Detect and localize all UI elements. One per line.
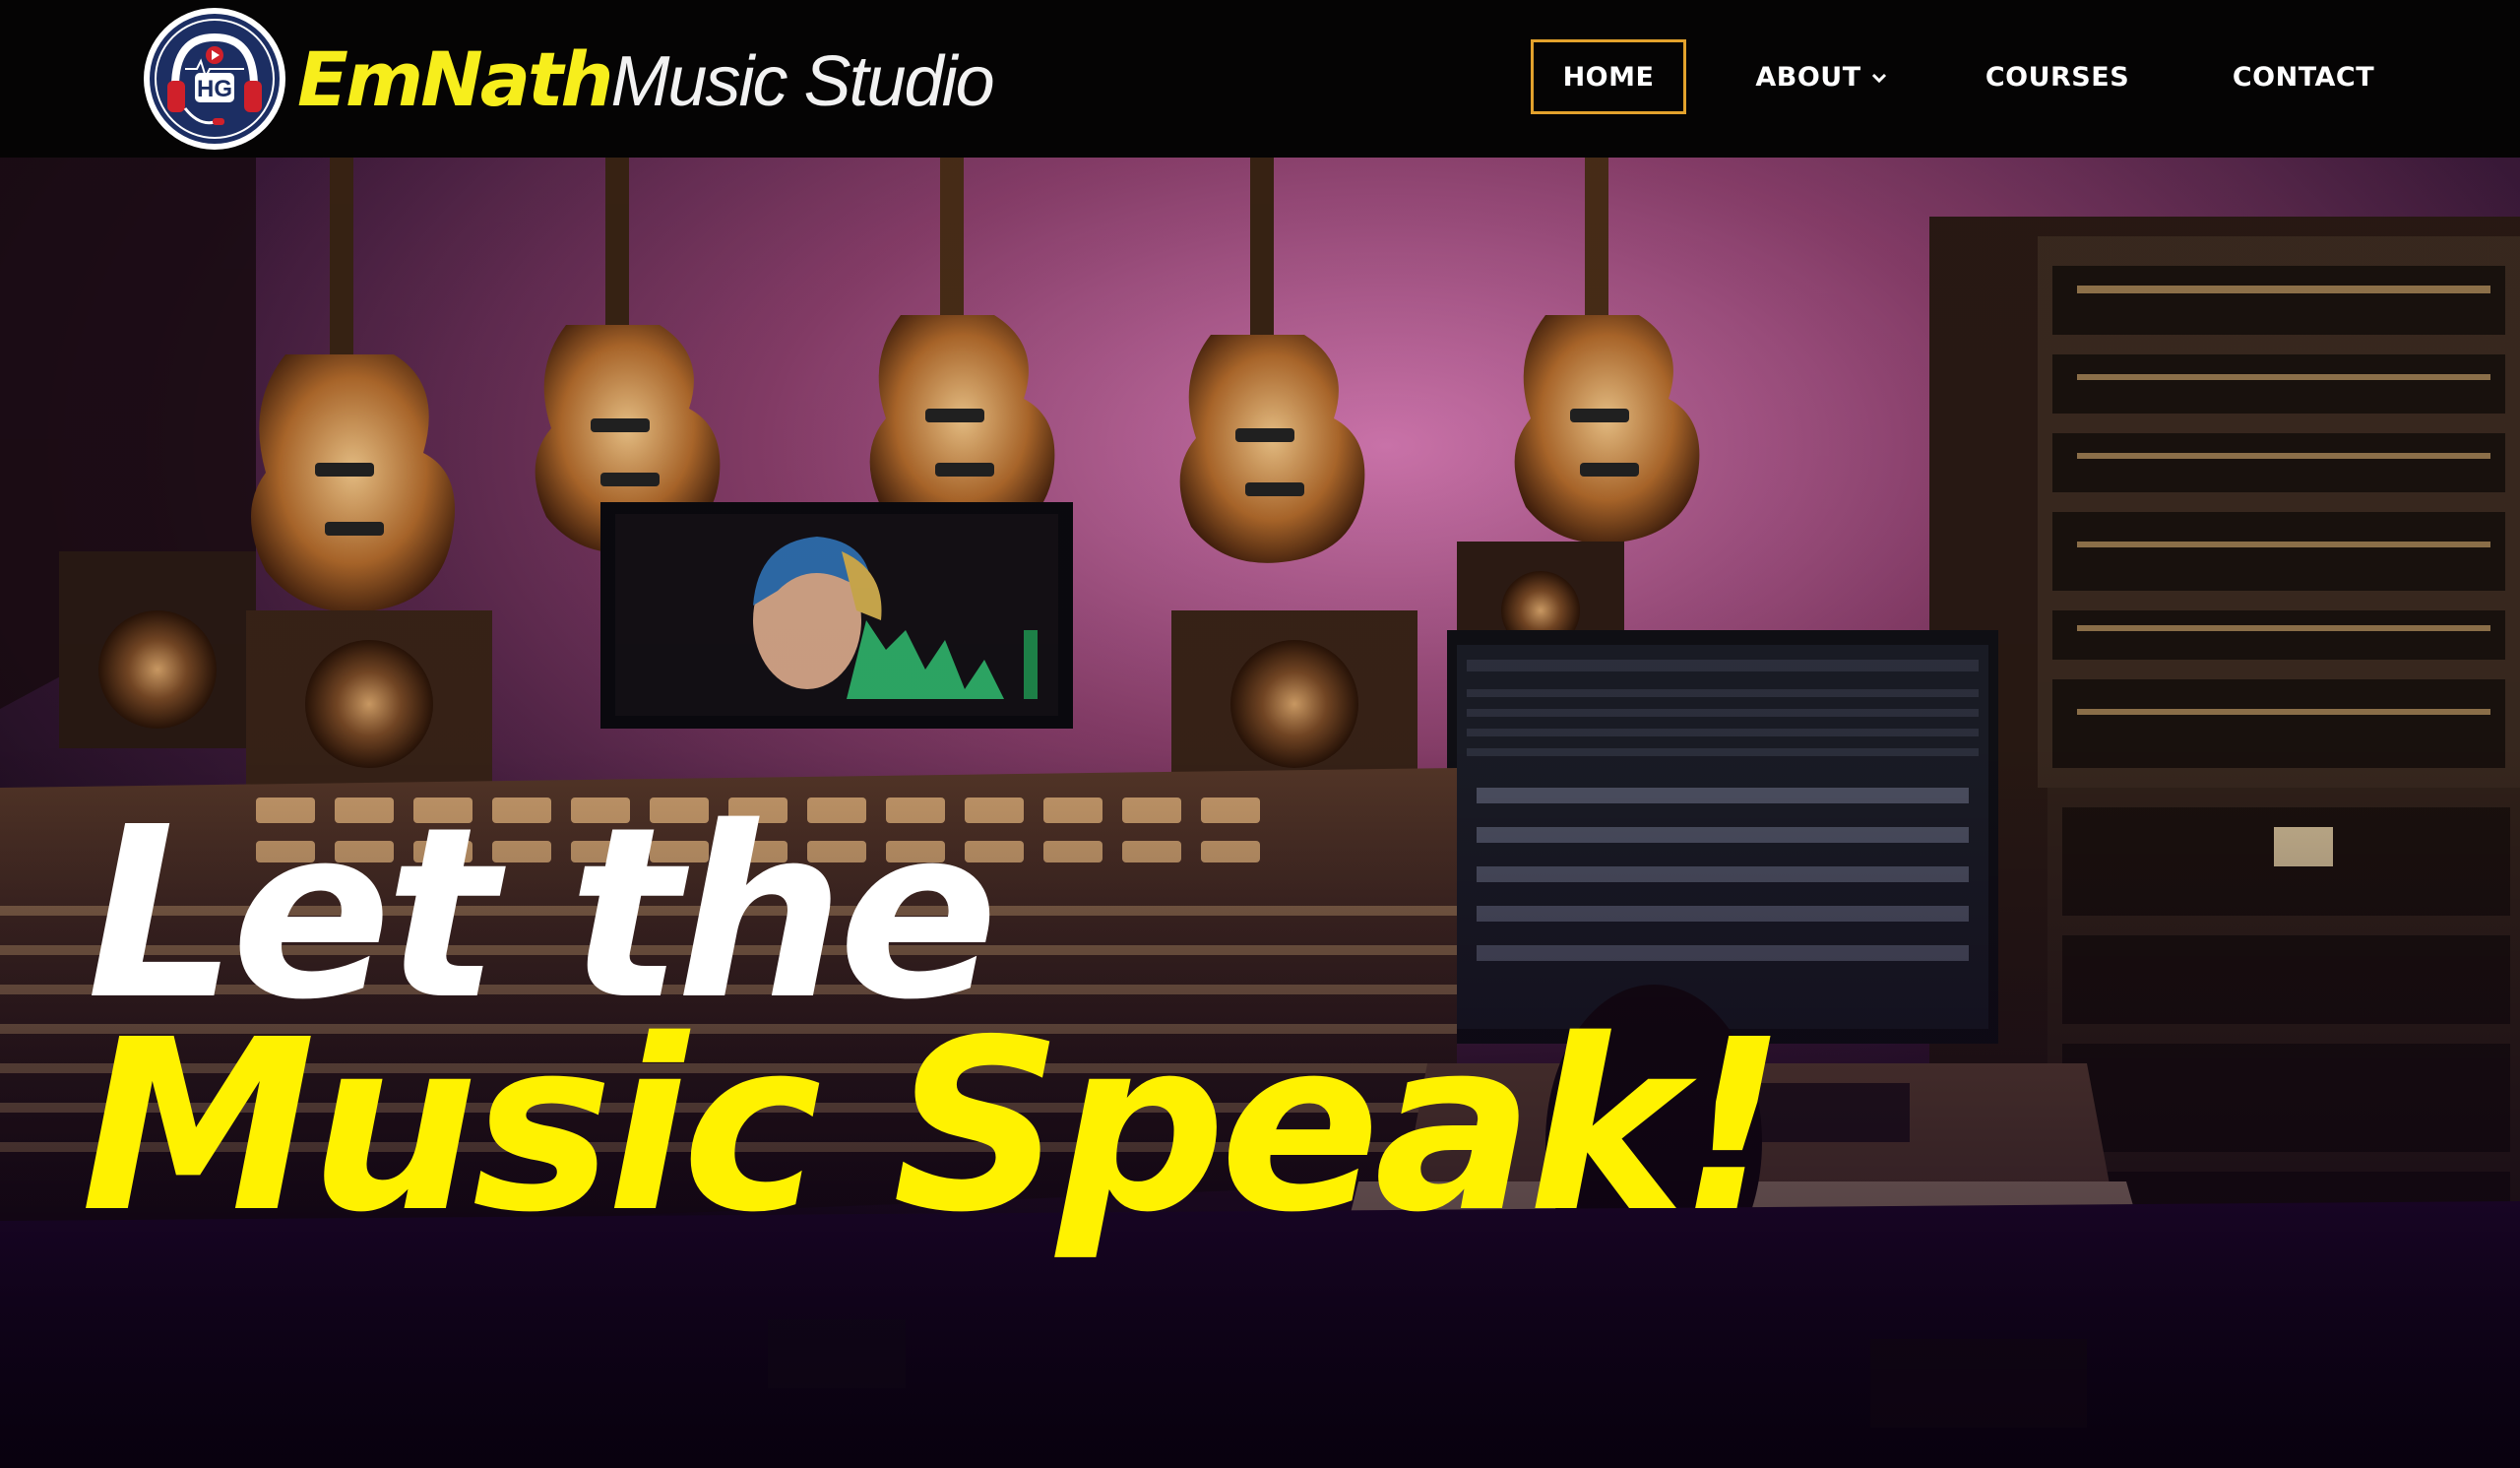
site-header: HG EmNath Music Studio HOME ABOUT COURSE…: [0, 0, 2520, 158]
nav-about-label: ABOUT: [1755, 61, 1861, 93]
nav-contact-link[interactable]: CONTACT: [2205, 39, 2402, 114]
hero-section: Let the Music Speak!: [0, 158, 2520, 1468]
logo-badge-text: HG: [197, 76, 232, 102]
nav-about-link[interactable]: ABOUT: [1742, 39, 1900, 114]
nav-courses-link[interactable]: COURSES: [1959, 39, 2156, 114]
chevron-down-icon: [1871, 73, 1886, 84]
brand-name-secondary: Music Studio: [610, 41, 994, 121]
brand-wordmark: EmNath Music Studio: [297, 34, 995, 123]
brand-name-primary: EmNath: [297, 34, 613, 123]
hero-headline-line2: Music Speak!: [81, 989, 1787, 1264]
nav-home-link[interactable]: HOME: [1531, 39, 1686, 114]
hero-headline: Let the Music Speak!: [81, 796, 1787, 1245]
headphones-logo-icon: HG: [144, 8, 285, 150]
brand-logo-link[interactable]: HG EmNath Music Studio: [140, 2, 995, 156]
